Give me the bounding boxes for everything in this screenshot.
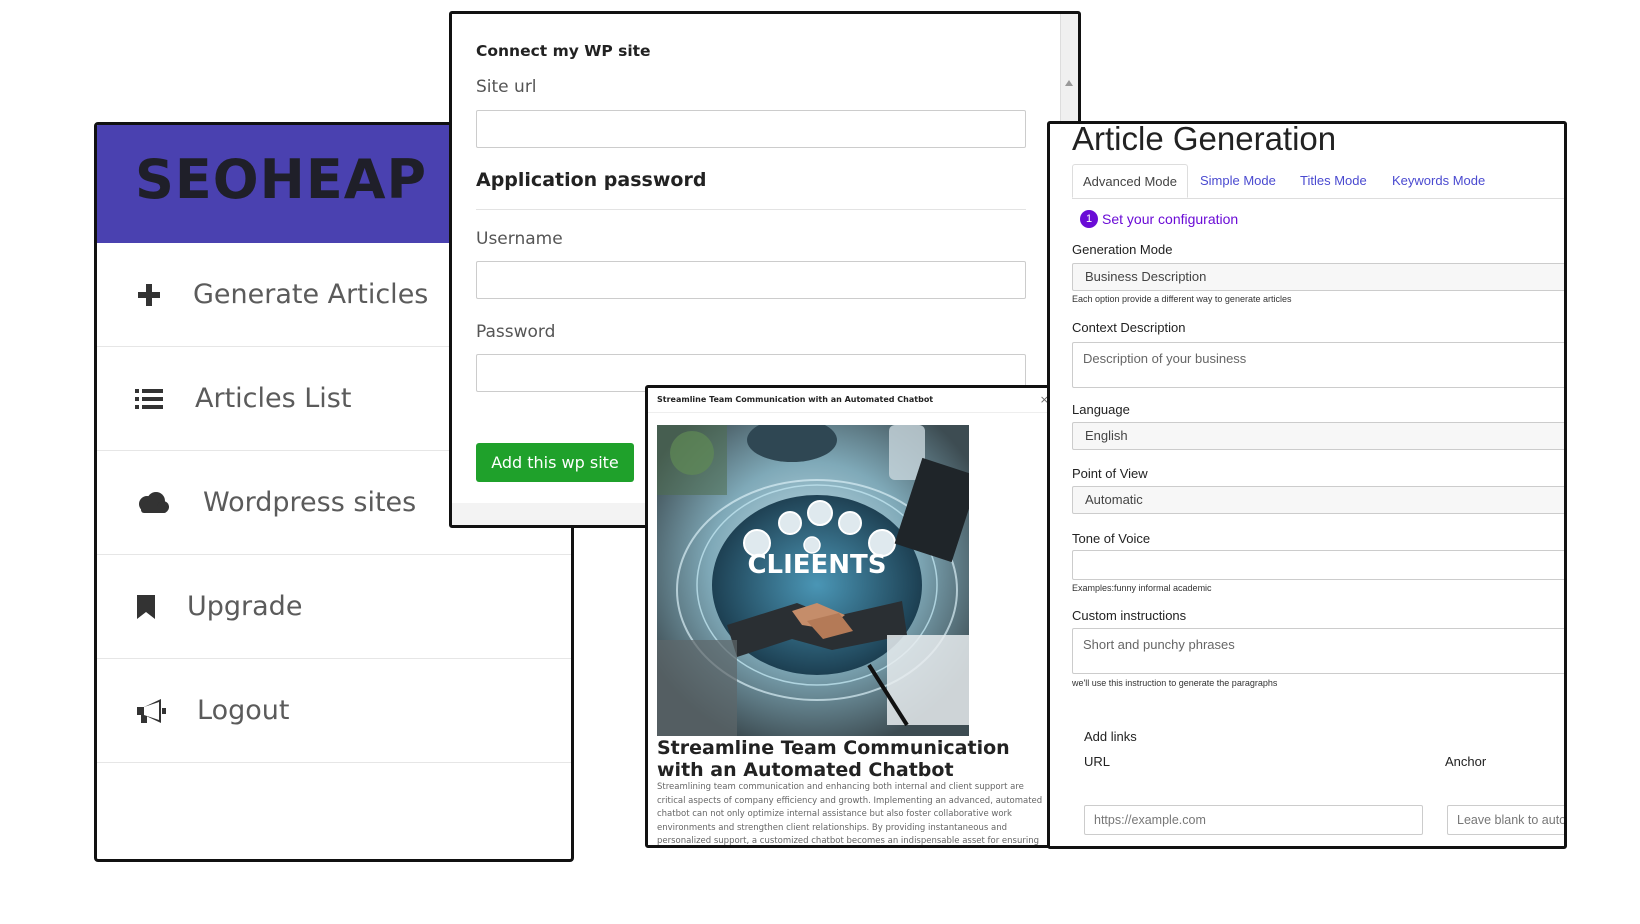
sidebar-item-label: Wordpress sites (203, 487, 417, 518)
article-title: Streamline Team Communication with an Au… (657, 737, 1010, 781)
site-url-label: Site url (476, 77, 537, 97)
generation-mode-value: Business Description (1085, 269, 1207, 284)
image-caption: CLIEENTS (747, 550, 886, 580)
bookmark-icon (135, 593, 157, 621)
generation-mode-select[interactable]: Business Description (1072, 263, 1564, 291)
step-number-badge: 1 (1080, 210, 1098, 228)
plus-icon (135, 281, 163, 309)
divider (476, 209, 1026, 210)
sidebar-item-label: Upgrade (187, 591, 303, 622)
context-description-label: Context Description (1072, 320, 1186, 335)
language-select[interactable]: English (1072, 422, 1564, 450)
point-of-view-value: Automatic (1085, 492, 1143, 507)
username-input[interactable] (476, 261, 1026, 299)
url-label: URL (1084, 754, 1111, 769)
cloud-icon (135, 489, 169, 517)
sidebar-item-label: Articles List (195, 383, 352, 414)
article-body: Streamlining team communication and enha… (657, 782, 1043, 846)
sidebar-item-upgrade[interactable]: Upgrade (97, 555, 571, 659)
tone-of-voice-hint: Examples:funny informal academic (1072, 583, 1212, 593)
generation-mode-hint: Each option provide a different way to g… (1072, 294, 1292, 304)
generation-mode-label: Generation Mode (1072, 242, 1173, 257)
add-wp-site-button[interactable]: Add this wp site (476, 443, 634, 482)
password-label: Password (476, 322, 556, 342)
sidebar-item-logout[interactable]: Logout (97, 659, 571, 763)
tone-of-voice-input[interactable] (1072, 550, 1564, 580)
tab-keywords-mode[interactable]: Keywords Mode (1392, 164, 1485, 198)
page-title: Article Generation (1072, 121, 1337, 157)
preview-header-title: Streamline Team Communication with an Au… (657, 395, 934, 404)
link-url-input[interactable]: https://example.com (1084, 805, 1423, 835)
custom-instructions-textarea[interactable]: Short and punchy phrases (1072, 628, 1564, 674)
sidebar-item-label: Generate Articles (193, 279, 429, 310)
application-password-heading: Application password (476, 169, 707, 191)
tab-titles-mode[interactable]: Titles Mode (1300, 164, 1367, 198)
point-of-view-select[interactable]: Automatic (1072, 486, 1564, 514)
context-description-textarea[interactable]: Description of your business (1072, 342, 1564, 388)
megaphone-icon (135, 697, 167, 725)
custom-instructions-label: Custom instructions (1072, 608, 1187, 623)
mode-tabs: Advanced Mode Simple Mode Titles Mode Ke… (1072, 164, 1564, 199)
step-label: Set your configuration (1102, 211, 1239, 227)
list-icon (135, 385, 163, 413)
tone-of-voice-label: Tone of Voice (1072, 531, 1151, 546)
anchor-label: Anchor (1445, 754, 1487, 769)
add-links-label: Add links (1084, 729, 1137, 744)
article-image: CLIEENTS (657, 425, 969, 736)
username-label: Username (476, 229, 563, 249)
step-indicator: 1 Set your configuration (1080, 210, 1238, 228)
link-anchor-input[interactable]: Leave blank to auto (1447, 805, 1564, 835)
wp-form-title: Connect my WP site (476, 42, 651, 60)
tab-simple-mode[interactable]: Simple Mode (1200, 164, 1276, 198)
preview-header: Streamline Team Communication with an Au… (648, 388, 1052, 413)
sidebar-item-label: Logout (197, 695, 290, 726)
tab-advanced-mode[interactable]: Advanced Mode (1072, 164, 1188, 198)
article-preview-panel: Streamline Team Communication with an Au… (645, 385, 1055, 848)
language-value: English (1085, 428, 1128, 443)
point-of-view-label: Point of View (1072, 466, 1148, 481)
scroll-up-icon[interactable] (1065, 80, 1073, 86)
language-label: Language (1072, 402, 1130, 417)
article-generation-panel: Article Generation Advanced Mode Simple … (1047, 121, 1567, 849)
site-url-input[interactable] (476, 110, 1026, 148)
custom-instructions-hint: we'll use this instruction to generate t… (1072, 678, 1278, 688)
